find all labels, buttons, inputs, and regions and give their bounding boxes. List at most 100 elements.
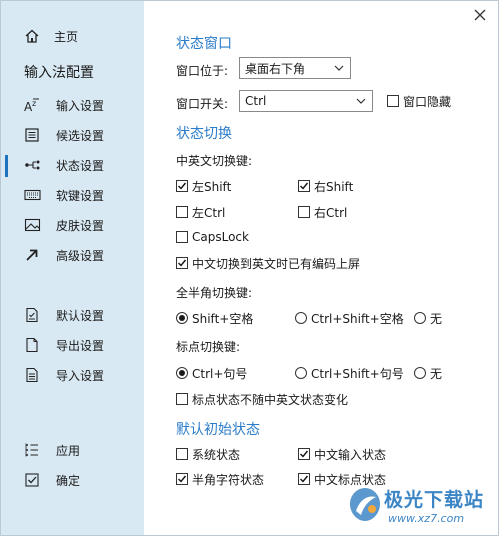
document-icon bbox=[24, 306, 46, 324]
checkmark-icon bbox=[178, 182, 187, 190]
sidebar-action-export[interactable]: 导出设置 bbox=[24, 335, 104, 355]
arrow-up-right-icon bbox=[24, 246, 46, 264]
sidebar-item-label: 软键设置 bbox=[56, 188, 105, 203]
fullhalf-ctrl-shift-space-radio[interactable]: Ctrl+Shift+空格 bbox=[295, 310, 404, 326]
image-icon bbox=[24, 216, 46, 234]
watermark-title: 极光下载站 bbox=[384, 489, 485, 511]
punct-independent-label: 标点状态不随中英文状态变化 bbox=[192, 392, 349, 407]
sidebar-item-label: 皮肤设置 bbox=[56, 218, 105, 233]
watermark-url: www.xz7.com bbox=[388, 512, 465, 525]
sidebar-heading: 输入法配置 bbox=[24, 65, 94, 81]
sidebar-action-label: 默认设置 bbox=[56, 308, 105, 323]
capslock-checkbox[interactable]: CapsLock bbox=[176, 229, 249, 245]
active-marker bbox=[5, 155, 8, 177]
checkbox-box bbox=[298, 206, 310, 218]
checkmark-icon bbox=[300, 450, 309, 458]
chevron-down-icon bbox=[356, 98, 366, 104]
fullhalf-opt3-label: 无 bbox=[430, 311, 443, 326]
punct-opt2-label: Ctrl+Shift+句号 bbox=[311, 366, 404, 381]
home-icon bbox=[24, 27, 46, 45]
window-toggle-value: Ctrl bbox=[245, 94, 267, 108]
sidebar-item-advanced-settings[interactable]: 高级设置 bbox=[24, 245, 104, 265]
window-hide-label: 窗口隐藏 bbox=[403, 94, 452, 109]
close-icon bbox=[474, 9, 486, 21]
section-title-status-window: 状态窗口 bbox=[176, 36, 232, 52]
checkbox-box bbox=[298, 180, 310, 192]
halfwidth-state-checkbox[interactable]: 半角字符状态 bbox=[176, 471, 264, 487]
ok-label: 确定 bbox=[56, 473, 81, 488]
left-shift-label: 左Shift bbox=[192, 179, 232, 194]
checkbox-box bbox=[298, 448, 310, 460]
checklist-icon bbox=[24, 441, 46, 459]
sidebar-item-input-settings[interactable]: Az 输入设置 bbox=[24, 95, 104, 115]
radio-circle bbox=[414, 312, 426, 324]
font-size-icon: Az bbox=[24, 96, 46, 114]
cn-input-state-checkbox[interactable]: 中文输入状态 bbox=[298, 446, 386, 462]
fullhalf-switch-label: 全半角切换键: bbox=[176, 286, 253, 300]
settings-panel: 状态窗口 窗口位于: 桌面右下角 窗口开关: Ctrl 窗口隐藏 状态切换 中英… bbox=[144, 1, 498, 535]
checkbox-box bbox=[176, 257, 188, 269]
radio-circle bbox=[176, 367, 188, 379]
punct-none-radio[interactable]: 无 bbox=[414, 365, 442, 381]
sidebar-home[interactable]: 主页 bbox=[24, 26, 78, 46]
right-ctrl-checkbox[interactable]: 右Ctrl bbox=[298, 204, 347, 220]
checkbox-box bbox=[176, 448, 188, 460]
radio-circle bbox=[414, 367, 426, 379]
checkmark-icon bbox=[300, 182, 309, 190]
ok-button[interactable]: 确定 bbox=[24, 470, 80, 490]
window-position-value: 桌面右下角 bbox=[245, 61, 306, 76]
apply-label: 应用 bbox=[56, 443, 81, 458]
sidebar-item-label: 候选设置 bbox=[56, 128, 105, 143]
watermark-logo-icon bbox=[350, 488, 380, 521]
window-toggle-label: 窗口开关: bbox=[176, 97, 229, 111]
fullhalf-opt1-label: Shift+空格 bbox=[192, 311, 254, 326]
radio-dot bbox=[179, 370, 185, 376]
file-icon bbox=[24, 336, 46, 354]
window-toggle-select[interactable]: Ctrl bbox=[239, 90, 373, 112]
capslock-label: CapsLock bbox=[192, 230, 249, 244]
sidebar-item-label: 输入设置 bbox=[56, 98, 105, 113]
checkmark-icon bbox=[300, 475, 309, 483]
apply-button[interactable]: 应用 bbox=[24, 440, 80, 460]
left-ctrl-checkbox[interactable]: 左Ctrl bbox=[176, 204, 225, 220]
checkbox-box bbox=[298, 473, 310, 485]
sidebar-action-label: 导出设置 bbox=[56, 338, 105, 353]
sidebar-item-skin-settings[interactable]: 皮肤设置 bbox=[24, 215, 104, 235]
punct-ctrl-period-radio[interactable]: Ctrl+句号 bbox=[176, 365, 247, 381]
window-position-label: 窗口位于: bbox=[176, 64, 229, 78]
window-position-select[interactable]: 桌面右下角 bbox=[239, 57, 351, 79]
fullhalf-opt2-label: Ctrl+Shift+空格 bbox=[311, 311, 404, 326]
checkbox-icon bbox=[24, 471, 46, 489]
commit-on-switch-checkbox[interactable]: 中文切换到英文时已有编码上屏 bbox=[176, 255, 360, 271]
checkbox-box bbox=[176, 231, 188, 243]
section-title-default-state: 默认初始状态 bbox=[176, 422, 260, 438]
punct-opt1-label: Ctrl+句号 bbox=[192, 366, 248, 381]
right-ctrl-label: 右Ctrl bbox=[314, 205, 348, 220]
sidebar-item-status-settings[interactable]: 状态设置 bbox=[24, 155, 104, 175]
fullhalf-none-radio[interactable]: 无 bbox=[414, 310, 442, 326]
checkbox-box bbox=[176, 180, 188, 192]
keyboard-icon bbox=[24, 186, 46, 204]
left-ctrl-label: 左Ctrl bbox=[192, 205, 226, 220]
punct-independent-checkbox[interactable]: 标点状态不随中英文状态变化 bbox=[176, 391, 348, 407]
punct-ctrl-shift-period-radio[interactable]: Ctrl+Shift+句号 bbox=[295, 365, 404, 381]
sidebar-item-candidate-settings[interactable]: 候选设置 bbox=[24, 125, 104, 145]
settings-window: 主页 输入法配置 Az 输入设置 候选设置 状态设置 软键设置 皮肤设置 高级设… bbox=[0, 0, 499, 536]
sidebar-action-import[interactable]: 导入设置 bbox=[24, 365, 104, 385]
radio-circle bbox=[295, 312, 307, 324]
checkbox-box bbox=[176, 473, 188, 485]
sidebar-action-default[interactable]: 默认设置 bbox=[24, 305, 104, 325]
checkbox-box bbox=[176, 206, 188, 218]
svg-text:z: z bbox=[32, 99, 36, 108]
fullhalf-shift-space-radio[interactable]: Shift+空格 bbox=[176, 310, 253, 326]
right-shift-label: 右Shift bbox=[314, 179, 354, 194]
system-state-checkbox[interactable]: 系统状态 bbox=[176, 446, 240, 462]
close-button[interactable] bbox=[472, 7, 488, 23]
sidebar-item-softkey-settings[interactable]: 软键设置 bbox=[24, 185, 104, 205]
chevron-down-icon bbox=[334, 65, 344, 71]
left-shift-checkbox[interactable]: 左Shift bbox=[176, 178, 231, 194]
window-hide-checkbox[interactable]: 窗口隐藏 bbox=[387, 93, 451, 109]
sidebar-item-label: 状态设置 bbox=[56, 158, 105, 173]
right-shift-checkbox[interactable]: 右Shift bbox=[298, 178, 353, 194]
file-lines-icon bbox=[24, 366, 46, 384]
